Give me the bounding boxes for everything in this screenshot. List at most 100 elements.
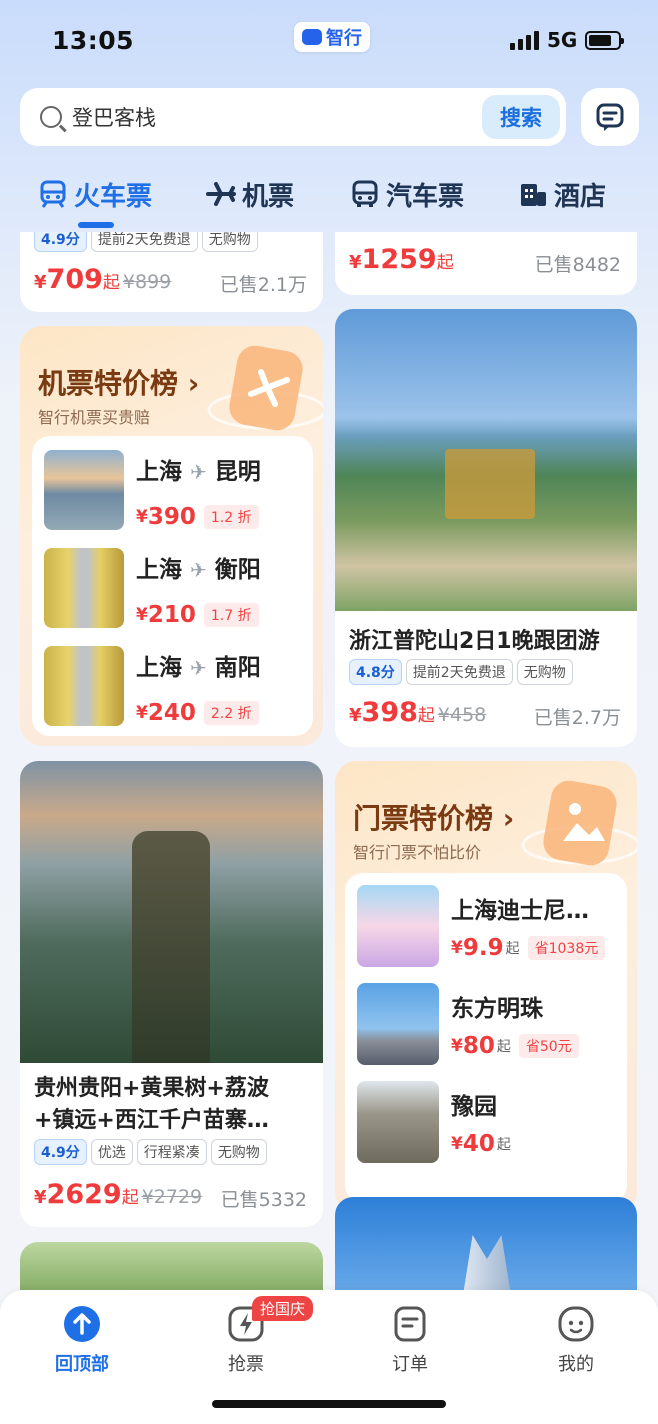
tag: 无购物	[201, 232, 258, 252]
destination-city: 昆明	[214, 459, 261, 485]
price-suffix: 起	[496, 1039, 511, 1055]
trip-card-top-right[interactable]: ¥ 1259 起 已售8482	[335, 232, 637, 295]
tag: 优选	[90, 1139, 133, 1165]
rating-badge: 4.9分	[34, 232, 87, 252]
flight-deals-card[interactable]: 机票特价榜 › 智行机票买贵赔 上海 ✈ 昆明 ¥ 390 1.2 折 上海 ✈	[20, 326, 323, 746]
ticket-rank-subtitle: 智行门票不怕比价	[353, 843, 482, 862]
plane-icon: ✈	[190, 558, 207, 582]
attraction-name[interactable]: 东方明珠	[451, 989, 543, 1023]
price-suffix: 起	[102, 273, 120, 293]
price-suffix: 起	[436, 253, 454, 273]
message-icon	[596, 103, 624, 131]
discount-badge: 1.2 折	[203, 505, 259, 529]
status-time: 13:05	[52, 26, 135, 55]
currency: ¥	[136, 605, 148, 625]
flight-route[interactable]: 上海 ✈ 昆明	[136, 452, 261, 486]
nav-profile[interactable]: 我的	[516, 1304, 636, 1376]
coast-tour-card[interactable]	[335, 1197, 637, 1290]
origin-city: 上海	[136, 655, 182, 681]
chevron-right-icon: ›	[502, 802, 515, 835]
content-feed[interactable]: 4.9分 提前2天免费退 无购物 ¥ 709 起 ¥899 已售2.1万 ¥ 125…	[0, 232, 658, 1290]
putuo-tour-card[interactable]: 浙江普陀山2日1晚跟团游 4.8分 提前2天免费退 无购物 ¥ 398 起 ¥458…	[335, 309, 637, 747]
palm-tour-card[interactable]	[20, 1242, 323, 1290]
price: 40	[462, 1131, 495, 1157]
currency: ¥	[451, 1036, 463, 1056]
tab-flight[interactable]: 机票	[206, 172, 294, 216]
price-suffix: 起	[417, 706, 435, 726]
currency: ¥	[34, 1187, 47, 1208]
tab-hotel[interactable]: 酒店	[518, 172, 606, 216]
price: 210	[147, 602, 196, 628]
savings-badge: 省1038元	[527, 936, 606, 960]
tag: 提前2天免费退	[90, 232, 198, 252]
hengyang-thumbnail	[44, 548, 124, 628]
tab-indicator	[78, 222, 114, 228]
price: 398	[361, 697, 418, 728]
tab-train[interactable]: 火车票	[38, 172, 152, 216]
nav-orders[interactable]: 订单	[350, 1304, 470, 1376]
original-price: ¥899	[122, 271, 172, 293]
hotel-icon	[521, 184, 546, 206]
app-logo-icon	[302, 29, 322, 45]
nav-label: 回顶部	[55, 1354, 109, 1375]
flight-route[interactable]: 上海 ✈ 衡阳	[136, 550, 261, 584]
message-button[interactable]	[581, 88, 639, 146]
arrow-up-icon	[64, 1306, 100, 1342]
currency: ¥	[349, 705, 362, 726]
savings-badge: 省50元	[518, 1034, 579, 1058]
rating-badge: 4.8分	[349, 659, 402, 685]
price-suffix: 起	[496, 1137, 511, 1153]
tag: 行程紧凑	[136, 1139, 207, 1165]
ticket-deals-card[interactable]: 门票特价榜 › 智行门票不怕比价 上海迪士尼… ¥ 9.9 起 省1038元 东…	[335, 761, 637, 1215]
search-icon	[40, 106, 62, 128]
attraction-name[interactable]: 上海迪士尼…	[451, 891, 589, 925]
trip-card-top-left[interactable]: 4.9分 提前2天免费退 无购物 ¥ 709 起 ¥899 已售2.1万	[20, 232, 323, 312]
flight-rank-subtitle: 智行机票买贵赔	[38, 408, 151, 427]
bus-icon	[352, 180, 378, 207]
chevron-right-icon: ›	[187, 367, 200, 400]
currency: ¥	[451, 938, 463, 958]
guizhou-tour-card[interactable]: 贵州贵阳+黄果树+荔波+镇远+西江千户苗寨… 4.9分 优选 行程紧凑 无购物 ¥ 2…	[20, 761, 323, 1227]
tab-flight-label: 机票	[242, 181, 295, 212]
search-input[interactable]: 登巴客栈 搜索	[20, 88, 566, 146]
price: 240	[147, 700, 196, 726]
promo-badge: 抢国庆	[252, 1296, 314, 1321]
search-button[interactable]: 搜索	[482, 95, 560, 139]
order-icon	[394, 1306, 426, 1342]
sold-count: 已售5332	[220, 1189, 307, 1211]
price-suffix: 起	[505, 941, 520, 957]
train-icon	[40, 180, 66, 208]
app-badge[interactable]: 智行	[294, 22, 370, 52]
nav-back-to-top[interactable]: 回顶部	[22, 1304, 142, 1376]
tag: 无购物	[516, 659, 573, 685]
sold-count: 已售2.1万	[219, 274, 307, 296]
currency: ¥	[349, 252, 362, 273]
price: 709	[46, 264, 103, 295]
plane-icon	[206, 182, 236, 206]
currency: ¥	[451, 1134, 463, 1154]
price: 2629	[46, 1179, 122, 1210]
oriental-pearl-thumbnail	[357, 983, 439, 1065]
plane-icon: ✈	[190, 656, 207, 680]
tab-train-label: 火车票	[74, 181, 153, 212]
nav-label: 抢票	[228, 1354, 264, 1375]
smile-face-icon	[558, 1306, 594, 1342]
price: 1259	[361, 244, 437, 275]
nav-label: 我的	[558, 1354, 594, 1375]
tag: 提前2天免费退	[405, 659, 513, 685]
battery-icon	[585, 31, 624, 50]
yuyuan-thumbnail	[357, 1081, 439, 1163]
sold-count: 已售2.7万	[533, 707, 621, 729]
price: 80	[462, 1033, 495, 1059]
tab-bus[interactable]: 汽车票	[350, 172, 464, 216]
price: 390	[147, 504, 196, 530]
currency: ¥	[34, 272, 47, 293]
discount-badge: 2.2 折	[203, 701, 259, 725]
original-price: ¥458	[437, 704, 487, 726]
flight-route[interactable]: 上海 ✈ 南阳	[136, 648, 261, 682]
price: 9.9	[462, 935, 504, 961]
flight-deals-list: 上海 ✈ 昆明 ¥ 390 1.2 折 上海 ✈ 衡阳 ¥ 210 1.7 折	[32, 436, 313, 736]
flight-rank-title: 机票特价榜	[38, 367, 179, 400]
network-type: 5G	[547, 28, 578, 52]
attraction-name[interactable]: 豫园	[451, 1087, 497, 1121]
